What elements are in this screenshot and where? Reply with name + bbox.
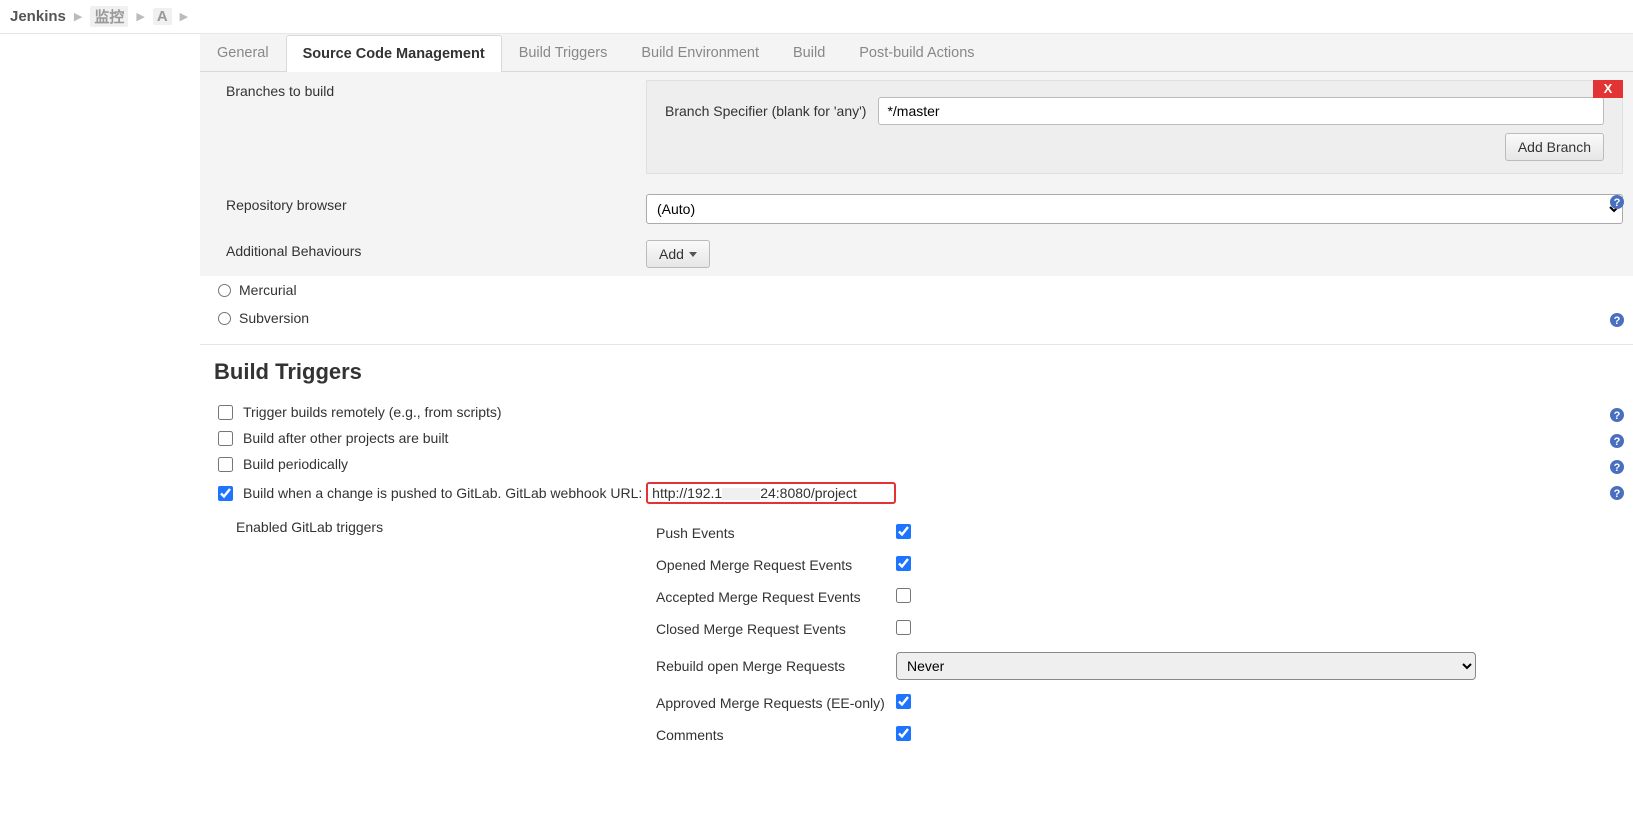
opt-push-checkbox[interactable] (896, 524, 911, 539)
repo-browser-label: Repository browser (226, 194, 646, 213)
breadcrumb: Jenkins ▶ 监控 ▶ A ▶ (0, 0, 1633, 34)
breadcrumb-sep-icon: ▶ (180, 10, 188, 23)
opt-approved-label: Approved Merge Requests (EE-only) (656, 695, 896, 711)
remove-branch-button[interactable]: X (1593, 80, 1623, 98)
breadcrumb-job1[interactable]: 监控 (90, 6, 128, 27)
help-icon[interactable]: ? (1609, 485, 1625, 501)
opt-opened-mr-label: Opened Merge Request Events (656, 557, 896, 573)
breadcrumb-sep-icon: ▶ (136, 10, 144, 23)
build-triggers-heading: Build Triggers (200, 353, 1633, 399)
tab-general[interactable]: General (200, 34, 286, 71)
svg-text:?: ? (1614, 197, 1621, 209)
help-icon[interactable]: ? (1609, 312, 1625, 328)
breadcrumb-job2[interactable]: A (153, 8, 172, 25)
svg-text:?: ? (1614, 410, 1621, 422)
trigger-remote-label: Trigger builds remotely (e.g., from scri… (243, 404, 502, 420)
opt-comments-checkbox[interactable] (896, 726, 911, 741)
svg-text:?: ? (1614, 315, 1621, 327)
opt-push-label: Push Events (656, 525, 896, 541)
trigger-periodic-label: Build periodically (243, 456, 348, 472)
opt-closed-mr-checkbox[interactable] (896, 620, 911, 635)
branches-to-build-label: Branches to build (226, 80, 646, 99)
help-icon[interactable]: ? (1609, 459, 1625, 475)
config-tab-bar: General Source Code Management Build Tri… (200, 34, 1633, 72)
scm-mercurial-radio[interactable] (218, 284, 231, 297)
trigger-gitlab-checkbox[interactable] (218, 486, 233, 501)
branch-specifier-box: X Branch Specifier (blank for 'any') ? A… (646, 80, 1623, 174)
opt-opened-mr-checkbox[interactable] (896, 556, 911, 571)
tab-post[interactable]: Post-build Actions (842, 34, 991, 71)
enabled-gitlab-triggers-label: Enabled GitLab triggers (236, 517, 656, 535)
opt-rebuild-label: Rebuild open Merge Requests (656, 658, 896, 674)
branch-specifier-input[interactable] (878, 97, 1604, 125)
opt-accepted-mr-checkbox[interactable] (896, 588, 911, 603)
opt-approved-checkbox[interactable] (896, 694, 911, 709)
trigger-after-label: Build after other projects are built (243, 430, 448, 446)
opt-closed-mr-label: Closed Merge Request Events (656, 621, 896, 637)
trigger-gitlab-label: Build when a change is pushed to GitLab.… (243, 482, 896, 504)
opt-accepted-mr-label: Accepted Merge Request Events (656, 589, 896, 605)
tab-scm[interactable]: Source Code Management (286, 35, 502, 72)
repo-browser-select[interactable]: (Auto) (646, 194, 1623, 224)
gitlab-webhook-url: http://192.124:8080/project (646, 482, 896, 504)
tab-env[interactable]: Build Environment (624, 34, 776, 71)
svg-text:?: ? (1614, 462, 1621, 474)
svg-text:?: ? (1614, 436, 1621, 448)
breadcrumb-sep-icon: ▶ (74, 10, 82, 23)
add-behaviour-button[interactable]: Add (646, 240, 710, 268)
additional-behaviours-label: Additional Behaviours (226, 240, 646, 259)
scm-mercurial-label: Mercurial (239, 282, 297, 298)
caret-down-icon (689, 252, 697, 257)
svg-text:?: ? (1614, 488, 1621, 500)
tab-triggers[interactable]: Build Triggers (502, 34, 625, 71)
trigger-periodic-checkbox[interactable] (218, 457, 233, 472)
branch-specifier-label: Branch Specifier (blank for 'any') (665, 103, 866, 119)
opt-comments-label: Comments (656, 727, 896, 743)
tab-build[interactable]: Build (776, 34, 842, 71)
scm-subversion-radio[interactable] (218, 312, 231, 325)
scm-subversion-label: Subversion (239, 310, 309, 326)
help-icon[interactable]: ? (1609, 407, 1625, 423)
help-icon[interactable]: ? (1609, 194, 1625, 210)
add-branch-button[interactable]: Add Branch (1505, 133, 1604, 161)
trigger-remote-checkbox[interactable] (218, 405, 233, 420)
breadcrumb-root[interactable]: Jenkins (10, 8, 66, 25)
trigger-after-checkbox[interactable] (218, 431, 233, 446)
help-icon[interactable]: ? (1609, 433, 1625, 449)
opt-rebuild-select[interactable]: Never (896, 652, 1476, 680)
